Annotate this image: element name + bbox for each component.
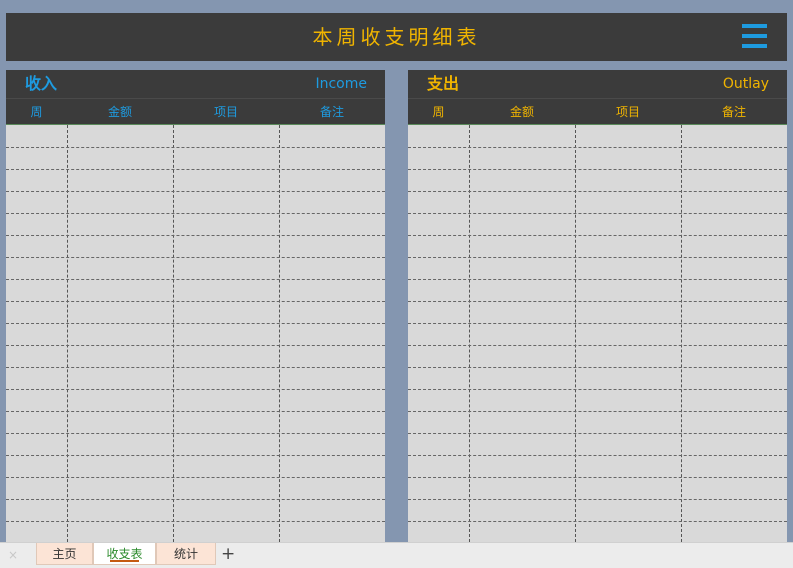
grid-row-divider <box>6 455 385 456</box>
grid-row-divider <box>6 389 385 390</box>
outlay-grid[interactable] <box>408 125 787 542</box>
grid-row-divider <box>6 235 385 236</box>
grid-row-divider <box>6 367 385 368</box>
grid-row-divider <box>6 521 385 522</box>
grid-row-divider <box>408 301 787 302</box>
grid-row-divider <box>6 345 385 346</box>
income-col-note: 备注 <box>319 105 344 119</box>
grid-row-divider <box>408 257 787 258</box>
grid-row-divider <box>408 191 787 192</box>
income-col-item: 项目 <box>213 105 238 119</box>
grid-row-divider <box>408 147 787 148</box>
outlay-panel: 支出 Outlay 周 金额 项目 备注 <box>408 70 787 542</box>
tab-home[interactable]: 主页 <box>36 543 93 565</box>
tab-statistics[interactable]: 统计 <box>156 543 216 565</box>
grid-row-divider <box>408 367 787 368</box>
grid-row-divider <box>408 169 787 170</box>
grid-row-divider <box>408 235 787 236</box>
grid-row-divider <box>408 521 787 522</box>
grid-row-divider <box>6 213 385 214</box>
grid-row-divider <box>6 169 385 170</box>
hamburger-menu-icon[interactable] <box>742 24 767 49</box>
grid-column-divider <box>575 125 576 542</box>
income-header: 收入 Income <box>6 70 385 98</box>
grid-row-divider <box>6 433 385 434</box>
grid-row-divider <box>6 499 385 500</box>
grid-row-divider <box>408 433 787 434</box>
grid-row-divider <box>408 389 787 390</box>
income-title-zh: 收入 <box>25 74 58 93</box>
outlay-header: 支出 Outlay <box>408 70 787 98</box>
income-grid[interactable] <box>6 125 385 542</box>
grid-row-divider <box>408 477 787 478</box>
sheet-tab-bar: × 主页 收支表 统计 + <box>0 542 793 568</box>
grid-row-divider <box>408 345 787 346</box>
income-panel: 收入 Income 周 金额 项目 备注 <box>6 70 385 542</box>
grid-row-divider <box>6 279 385 280</box>
income-col-amount: 金额 <box>107 105 132 119</box>
outlay-col-amount: 金额 <box>509 105 534 119</box>
outlay-col-note: 备注 <box>721 105 746 119</box>
grid-row-divider <box>408 455 787 456</box>
grid-column-divider <box>681 125 682 542</box>
header-bar: 本周收支明细表 <box>6 13 787 61</box>
outlay-col-item: 项目 <box>615 105 640 119</box>
grid-column-divider <box>279 125 280 542</box>
outlay-title-zh: 支出 <box>427 74 460 93</box>
grid-row-divider <box>6 147 385 148</box>
grid-row-divider <box>6 191 385 192</box>
grid-column-divider <box>173 125 174 542</box>
income-title-en: Income <box>315 76 367 92</box>
close-icon[interactable]: × <box>8 546 18 564</box>
grid-row-divider <box>408 323 787 324</box>
grid-row-divider <box>6 411 385 412</box>
income-col-week: 周 <box>30 105 43 119</box>
grid-row-divider <box>408 213 787 214</box>
page-title: 本周收支明细表 <box>312 25 481 49</box>
grid-row-divider <box>6 477 385 478</box>
outlay-column-headers: 周 金额 项目 备注 <box>408 98 787 125</box>
outlay-col-week: 周 <box>432 105 445 119</box>
grid-row-divider <box>408 279 787 280</box>
grid-row-divider <box>6 323 385 324</box>
income-column-headers: 周 金额 项目 备注 <box>6 98 385 125</box>
outlay-title-en: Outlay <box>722 76 769 92</box>
grid-column-divider <box>469 125 470 542</box>
grid-row-divider <box>408 411 787 412</box>
grid-row-divider <box>6 301 385 302</box>
grid-row-divider <box>408 499 787 500</box>
grid-row-divider <box>6 257 385 258</box>
add-sheet-icon[interactable]: + <box>221 544 235 564</box>
grid-column-divider <box>67 125 68 542</box>
tab-income-outlay[interactable]: 收支表 <box>93 543 156 565</box>
